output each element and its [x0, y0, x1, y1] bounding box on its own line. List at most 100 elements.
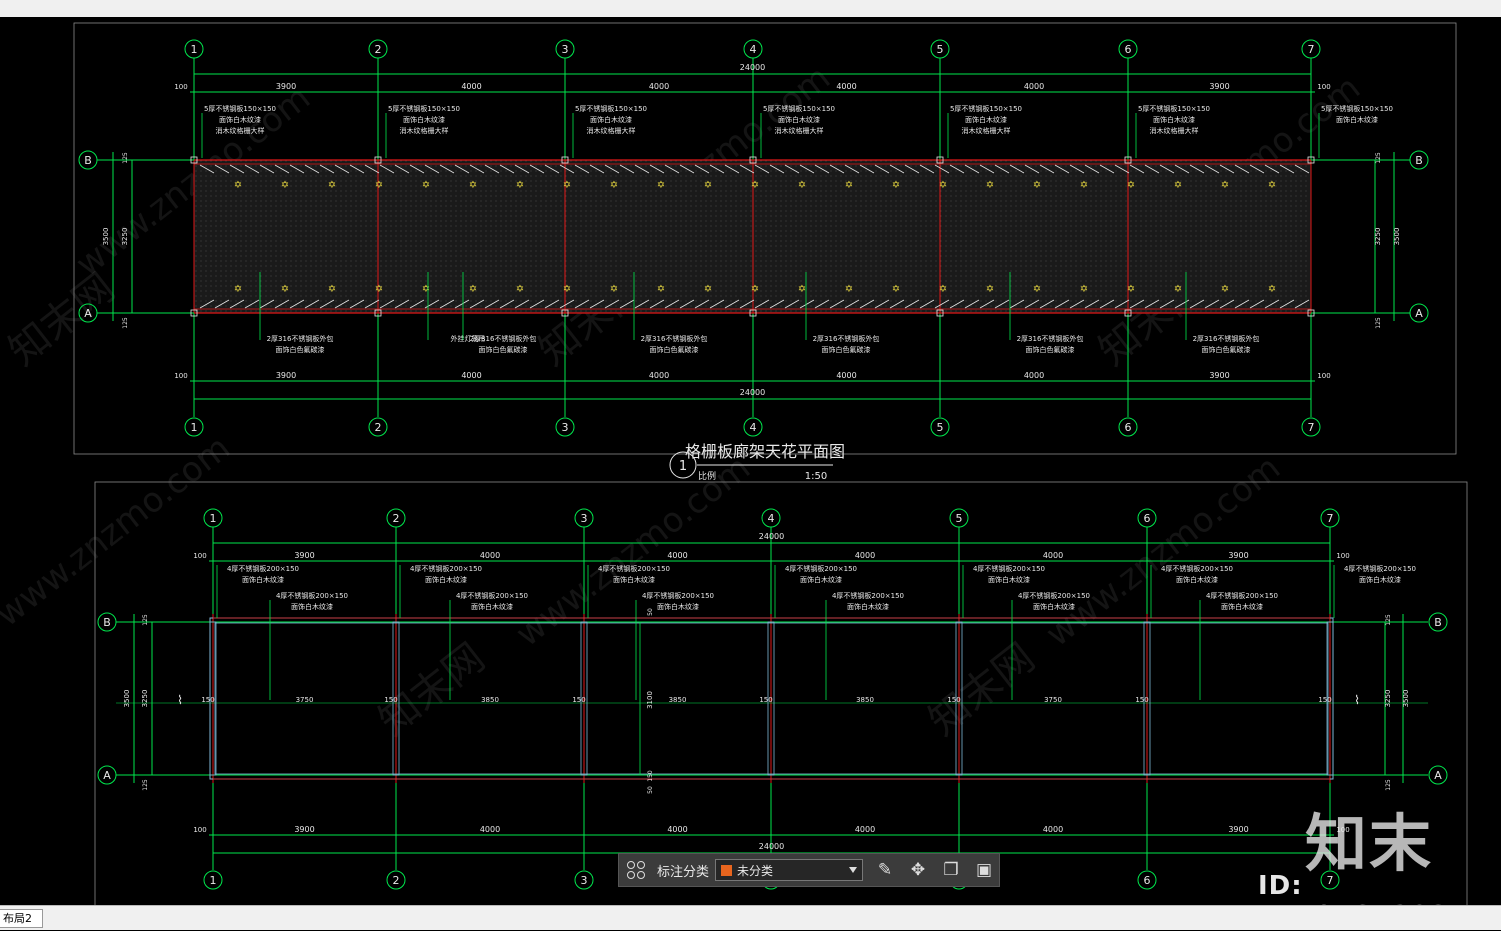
- inner-span: 3850: [856, 696, 874, 704]
- annotation-toolbar: 标注分类 未分类 ✎ ✥ ❐ ▣: [618, 853, 1000, 887]
- edit-icon[interactable]: ✎: [874, 859, 896, 881]
- note-text: 消木纹格栅大样: [962, 126, 1011, 135]
- note-text: 消木纹格栅大样: [216, 126, 265, 135]
- top-dim-span: 4000: [1024, 82, 1044, 91]
- note2-text: 4厚不锈钢板200×150: [598, 564, 670, 573]
- vdim-outer: 3500: [1393, 228, 1401, 246]
- category-select[interactable]: 未分类: [715, 859, 864, 881]
- axis-bottom-5-label: 5: [937, 421, 944, 434]
- top2-dim-total: 24000: [759, 532, 784, 541]
- note2-text: 面饰白木纹漆: [1221, 602, 1263, 611]
- note-text: 5厚不锈钢板150×150: [388, 104, 460, 113]
- light-star-icon: ✡: [469, 284, 477, 295]
- row-left-B-label: B: [84, 154, 92, 167]
- annotation-category-label: 标注分类: [657, 864, 710, 880]
- light-star-icon: ✡: [328, 180, 336, 191]
- axis-bottom-7-label: 7: [1308, 421, 1315, 434]
- note2-text: 面饰白木纹漆: [1033, 602, 1075, 611]
- axis-top-4-label: 4: [750, 43, 757, 56]
- light-star-icon: ✡: [1221, 180, 1229, 191]
- light-star-icon: ✡: [845, 284, 853, 295]
- axis-top-5-label: 5: [937, 43, 944, 56]
- grid-menu-icon[interactable]: [627, 861, 645, 879]
- bottom2-dim-span: 4000: [480, 825, 500, 834]
- break-symbol: ⌇: [177, 693, 183, 707]
- axis-top-3-label: 3: [562, 43, 569, 56]
- post-dim: 150: [947, 696, 960, 704]
- axis-top-1-label: 1: [191, 43, 198, 56]
- note2-text: 面饰白木纹漆: [1176, 575, 1218, 584]
- light-star-icon: ✡: [1033, 284, 1041, 295]
- axis-bottom-3-label: 3: [562, 421, 569, 434]
- drawing-canvas[interactable]: www.znzmo.com www.znzmo.com www.znzmo.com w…: [0, 17, 1501, 923]
- light-star-icon: ✡: [1127, 180, 1135, 191]
- light-star-icon: ✡: [1221, 284, 1229, 295]
- light-star-icon: ✡: [1174, 284, 1182, 295]
- top-dim-edge: 100: [174, 83, 187, 91]
- category-color-swatch: [721, 864, 733, 876]
- vdim-top: 125: [1375, 152, 1382, 164]
- scale-value: 1:50: [805, 471, 827, 482]
- bottom2-dim-total: 24000: [759, 842, 784, 851]
- light-star-icon: ✡: [1080, 284, 1088, 295]
- mid-post: 150: [647, 770, 654, 782]
- vdim-bottom: 125: [142, 779, 149, 791]
- note-text: 面饰白木纹漆: [403, 115, 445, 124]
- note2-text: 面饰白木纹漆: [291, 602, 333, 611]
- note2-text: 面饰白木纹漆: [425, 575, 467, 584]
- vdim-outer: 3500: [123, 690, 131, 708]
- note-text: 面饰白色氟碳漆: [479, 345, 528, 354]
- note-text: 面饰白木纹漆: [778, 115, 820, 124]
- status-bar: 布局2: [0, 905, 1501, 930]
- watermark-cn: 知末网: [921, 635, 1044, 745]
- bottom-dim-span: 4000: [836, 371, 856, 380]
- note2-text: 4厚不锈钢板200×150: [1206, 591, 1278, 600]
- note2-text: 4厚不锈钢板200×150: [456, 591, 528, 600]
- tab-layout2[interactable]: 布局2: [0, 909, 43, 928]
- note2-text: 4厚不锈钢板200×150: [785, 564, 857, 573]
- note-text: 消木纹格栅大样: [1150, 126, 1199, 135]
- top-dim-span: 4000: [649, 82, 669, 91]
- light-star-icon: ✡: [281, 180, 289, 191]
- post-dim: 150: [1318, 696, 1331, 704]
- watermark-cn: 知末网: [1, 265, 124, 375]
- note2-text: 4厚不锈钢板200×150: [973, 564, 1045, 573]
- note-text: 5厚不锈钢板150×150: [1138, 104, 1210, 113]
- title-number: 1: [679, 459, 687, 474]
- axis2-top-3-label: 3: [581, 512, 588, 525]
- axis2-bottom-1-label: 1: [210, 874, 217, 887]
- top2-dim-edge: 100: [1336, 552, 1349, 560]
- bottom-dim-total: 24000: [740, 388, 765, 397]
- axis-bottom-1-label: 1: [191, 421, 198, 434]
- title-bar: [0, 0, 1501, 18]
- bottom2-dim-span: 3900: [1228, 825, 1248, 834]
- note2-text: 4厚不锈钢板200×150: [410, 564, 482, 573]
- light-star-icon: ✡: [798, 180, 806, 191]
- vdim-outer: 3500: [102, 228, 110, 246]
- paste-icon[interactable]: ▣: [973, 859, 995, 881]
- drawing-title: 格栅板廊架天花平面图: [685, 442, 845, 461]
- note-text: 面饰白色氟碳漆: [650, 345, 699, 354]
- light-star-icon: ✡: [610, 284, 618, 295]
- note2-text: 面饰白木纹漆: [242, 575, 284, 584]
- light-star-icon: ✡: [563, 180, 571, 191]
- light-star-icon: ✡: [563, 284, 571, 295]
- light-star-icon: ✡: [1174, 180, 1182, 191]
- row-right-A-label: A: [1415, 307, 1423, 320]
- note2-text: 4厚不锈钢板200×150: [642, 591, 714, 600]
- light-star-icon: ✡: [516, 284, 524, 295]
- move-icon[interactable]: ✥: [907, 859, 929, 881]
- inner-span: 3850: [481, 696, 499, 704]
- note-text: 2厚316不锈钢板外包: [813, 334, 880, 343]
- post-dim: 150: [759, 696, 772, 704]
- top2-dim-span: 4000: [480, 551, 500, 560]
- light-star-icon: ✡: [892, 284, 900, 295]
- category-select-value: 未分类: [737, 863, 774, 878]
- top2-dim-edge: 100: [193, 552, 206, 560]
- copy-icon[interactable]: ❐: [940, 859, 962, 881]
- watermark-logo: 知末: [1305, 807, 1434, 880]
- note-text: 2厚316不锈钢板外包: [641, 334, 708, 343]
- light-star-icon: ✡: [704, 284, 712, 295]
- top-dim-span: 4000: [461, 82, 481, 91]
- note-text: 面饰白色氟碳漆: [1202, 345, 1251, 354]
